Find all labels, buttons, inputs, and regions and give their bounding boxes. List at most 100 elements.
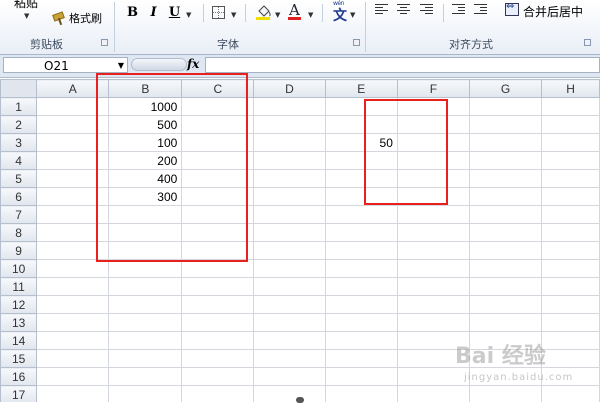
cell-f[interactable] <box>396 295 470 314</box>
underline-dropdown-icon[interactable]: ▼ <box>186 11 191 19</box>
cell-b[interactable] <box>108 367 183 386</box>
cell-g[interactable] <box>468 385 543 402</box>
cell-b[interactable] <box>108 205 183 224</box>
cell-b[interactable] <box>108 313 183 332</box>
name-box-dropdown-icon[interactable]: ▼ <box>118 58 124 74</box>
cell-c[interactable] <box>181 277 255 296</box>
cell-h[interactable] <box>541 385 600 402</box>
cell-b[interactable]: 400 <box>108 169 183 188</box>
cell-f[interactable] <box>396 187 470 206</box>
cell-b[interactable]: 100 <box>108 133 183 152</box>
cell-c[interactable] <box>181 187 255 206</box>
cell-d[interactable] <box>253 385 326 402</box>
cell-c[interactable] <box>181 133 255 152</box>
cell-h[interactable] <box>541 133 600 152</box>
column-header-a[interactable]: A <box>36 79 110 98</box>
cell-h[interactable] <box>541 223 600 242</box>
cell-f[interactable] <box>396 169 470 188</box>
cell-c[interactable] <box>181 115 255 134</box>
cell-g[interactable] <box>468 133 543 152</box>
cell-f[interactable] <box>396 97 470 116</box>
cell-c[interactable] <box>181 169 255 188</box>
scroll-indicator[interactable] <box>296 397 304 403</box>
merge-center-icon[interactable] <box>505 1 519 16</box>
cell-g[interactable] <box>468 151 543 170</box>
cell-a[interactable] <box>36 259 110 278</box>
cell-e[interactable] <box>324 277 398 296</box>
cell-a[interactable] <box>36 313 110 332</box>
cell-e[interactable] <box>324 367 398 386</box>
paste-dropdown-icon[interactable]: ▼ <box>24 12 29 20</box>
row-header[interactable]: 9 <box>0 241 38 260</box>
cell-f[interactable] <box>396 313 470 332</box>
cell-c[interactable] <box>181 205 255 224</box>
row-header[interactable]: 12 <box>0 295 38 314</box>
row-header[interactable]: 7 <box>0 205 38 224</box>
cell-g[interactable] <box>468 277 543 296</box>
cell-c[interactable] <box>181 367 255 386</box>
cell-b[interactable] <box>108 331 183 350</box>
cell-h[interactable] <box>541 115 600 134</box>
cell-h[interactable] <box>541 295 600 314</box>
column-header-d[interactable]: D <box>253 79 326 98</box>
cell-d[interactable] <box>253 331 326 350</box>
cell-a[interactable] <box>36 151 110 170</box>
column-header-h[interactable]: H <box>541 79 600 98</box>
cell-f[interactable] <box>396 385 470 402</box>
cell-h[interactable] <box>541 349 600 368</box>
cell-d[interactable] <box>253 205 326 224</box>
decrease-indent-icon[interactable] <box>452 4 465 17</box>
cell-b[interactable] <box>108 385 183 402</box>
name-box[interactable]: O21 ▼ <box>3 57 128 73</box>
cell-e[interactable] <box>324 223 398 242</box>
cell-d[interactable] <box>253 241 326 260</box>
insert-function-icon[interactable]: fx <box>187 57 199 71</box>
format-painter-button[interactable]: 格式刷 <box>52 10 102 26</box>
font-launcher-icon[interactable] <box>353 39 360 46</box>
row-header[interactable]: 8 <box>0 223 38 242</box>
cell-a[interactable] <box>36 385 110 402</box>
cell-b[interactable]: 200 <box>108 151 183 170</box>
cell-g[interactable] <box>468 259 543 278</box>
paste-button-label[interactable]: 粘贴 <box>14 0 38 11</box>
cell-b[interactable] <box>108 241 183 260</box>
cell-b[interactable] <box>108 223 183 242</box>
cell-a[interactable] <box>36 349 110 368</box>
cell-a[interactable] <box>36 295 110 314</box>
cell-g[interactable] <box>468 223 543 242</box>
row-header[interactable]: 17 <box>0 385 38 402</box>
cell-e[interactable] <box>324 97 398 116</box>
row-header[interactable]: 16 <box>0 367 38 386</box>
cell-h[interactable] <box>541 277 600 296</box>
cell-d[interactable] <box>253 169 326 188</box>
cell-e[interactable] <box>324 241 398 260</box>
cell-d[interactable] <box>253 151 326 170</box>
cell-h[interactable] <box>541 241 600 260</box>
cell-e[interactable] <box>324 205 398 224</box>
cell-d[interactable] <box>253 313 326 332</box>
cell-g[interactable] <box>468 115 543 134</box>
cell-f[interactable] <box>396 259 470 278</box>
cell-d[interactable] <box>253 97 326 116</box>
cell-e[interactable]: 50 <box>324 133 398 152</box>
formula-buttons[interactable] <box>131 58 187 71</box>
cell-a[interactable] <box>36 277 110 296</box>
cell-g[interactable] <box>468 313 543 332</box>
cell-e[interactable] <box>324 187 398 206</box>
cell-b[interactable] <box>108 349 183 368</box>
cell-e[interactable] <box>324 259 398 278</box>
cell-a[interactable] <box>36 205 110 224</box>
cell-c[interactable] <box>181 385 255 402</box>
cell-b[interactable]: 300 <box>108 187 183 206</box>
cell-a[interactable] <box>36 367 110 386</box>
cell-g[interactable] <box>468 241 543 260</box>
cell-d[interactable] <box>253 277 326 296</box>
cell-c[interactable] <box>181 259 255 278</box>
row-header[interactable]: 10 <box>0 259 38 278</box>
cell-d[interactable] <box>253 295 326 314</box>
cell-f[interactable] <box>396 277 470 296</box>
cell-a[interactable] <box>36 133 110 152</box>
cell-g[interactable] <box>468 187 543 206</box>
cell-e[interactable] <box>324 169 398 188</box>
cell-h[interactable] <box>541 205 600 224</box>
